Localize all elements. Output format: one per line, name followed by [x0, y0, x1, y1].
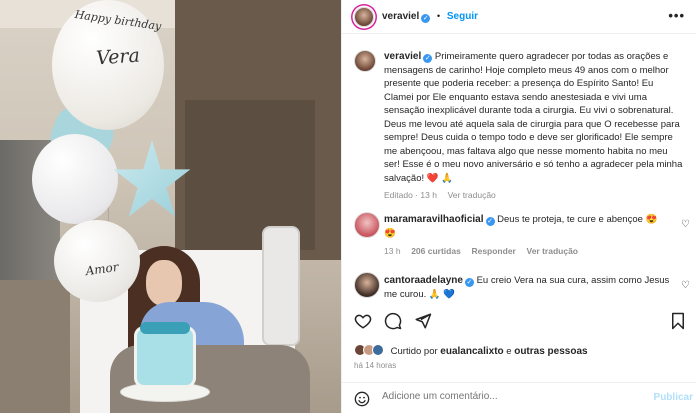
verified-badge-icon: ✓ [423, 54, 433, 63]
photo-person-face [146, 260, 182, 306]
caption-edited-time: Editado · 13 h [384, 190, 437, 200]
post-timestamp[interactable]: há 14 horas [354, 361, 396, 370]
comment-translate-link[interactable]: Ver tradução [527, 246, 579, 256]
comment-reply-button[interactable]: Responder [471, 246, 515, 256]
comment-meta: 13 h 206 curtidas Responder Ver tradução [384, 245, 674, 259]
comment-avatar[interactable] [354, 212, 380, 238]
comment-icon[interactable] [384, 312, 402, 335]
comment-like-heart-icon[interactable]: ♡ [681, 219, 690, 230]
comment-item: cantoraadelayne ✓ Eu creio Vera na sua cu… [384, 274, 674, 301]
instagram-post-view: Happy birthday Vera Amor veraviel ✓ • Seg… [0, 0, 696, 413]
caption-author-avatar[interactable] [354, 50, 376, 72]
photo-cake [134, 326, 196, 388]
share-icon[interactable] [414, 312, 432, 335]
liked-by-connector: e [506, 346, 512, 357]
verified-badge-icon: ✓ [421, 14, 431, 23]
header-separator: • [436, 11, 441, 22]
liked-by-prefix: Curtido por [390, 346, 438, 357]
comment-extra: 😍 [384, 227, 396, 239]
verified-badge-icon: ✓ [485, 217, 495, 226]
caption-author-name[interactable]: veraviel [384, 51, 421, 62]
publish-button[interactable]: Publicar [654, 392, 693, 403]
verified-badge-icon: ✓ [464, 278, 474, 287]
caption-text: Primeiramente quero agradecer por todas … [384, 51, 683, 184]
author-avatar[interactable] [354, 7, 374, 27]
comment-item: maramaravilhaoficial ✓ Deus te proteja, t… [384, 213, 674, 259]
liked-by: Curtido por eualancalixto e outras pesso… [354, 344, 588, 357]
comment-author[interactable]: cantoraadelayne [384, 275, 463, 286]
photo-cake-top [140, 322, 190, 334]
heart-icon[interactable] [354, 312, 372, 335]
comment-author[interactable]: maramaravilhaoficial [384, 214, 484, 225]
add-comment-bar: Publicar [342, 382, 696, 413]
add-comment-input[interactable] [382, 391, 632, 402]
header-author-row: veraviel ✓ • Seguir [382, 11, 478, 23]
liked-by-others[interactable]: outras pessoas [514, 346, 587, 357]
liked-by-user[interactable]: eualancalixto [440, 346, 503, 357]
photo-shelf [0, 280, 70, 413]
photo-bed-rail [262, 226, 300, 346]
caption-translate-link[interactable]: Ver tradução [448, 190, 496, 200]
post-photo[interactable]: Happy birthday Vera Amor [0, 0, 341, 413]
photo-balloon-white [32, 134, 118, 224]
more-options-icon[interactable]: ••• [668, 8, 685, 23]
liker-avatar [372, 344, 384, 356]
comment-text: Deus te proteja, te cure e abençoe 😍 [497, 214, 658, 225]
post-sidebar: veraviel ✓ • Seguir ••• veraviel ✓ Primeir… [341, 0, 696, 413]
post-caption: veraviel ✓ Primeiramente quero agradecer … [384, 50, 684, 203]
emoji-icon[interactable] [354, 391, 370, 410]
header-author-name[interactable]: veraviel [382, 11, 419, 22]
follow-button[interactable]: Seguir [447, 11, 478, 22]
bookmark-icon[interactable] [669, 312, 687, 335]
comment-avatar[interactable] [354, 272, 380, 298]
caption-meta: Editado · 13 h Ver tradução [384, 189, 684, 203]
comment-like-heart-icon[interactable]: ♡ [681, 280, 690, 291]
liked-by-avatars [354, 344, 388, 356]
comment-time: 13 h [384, 246, 401, 256]
comment-likes[interactable]: 206 curtidas [411, 246, 461, 256]
balloon-text-vera: Vera [95, 44, 141, 70]
post-actions-bar [342, 312, 696, 334]
post-header: veraviel ✓ • Seguir ••• [342, 0, 696, 34]
